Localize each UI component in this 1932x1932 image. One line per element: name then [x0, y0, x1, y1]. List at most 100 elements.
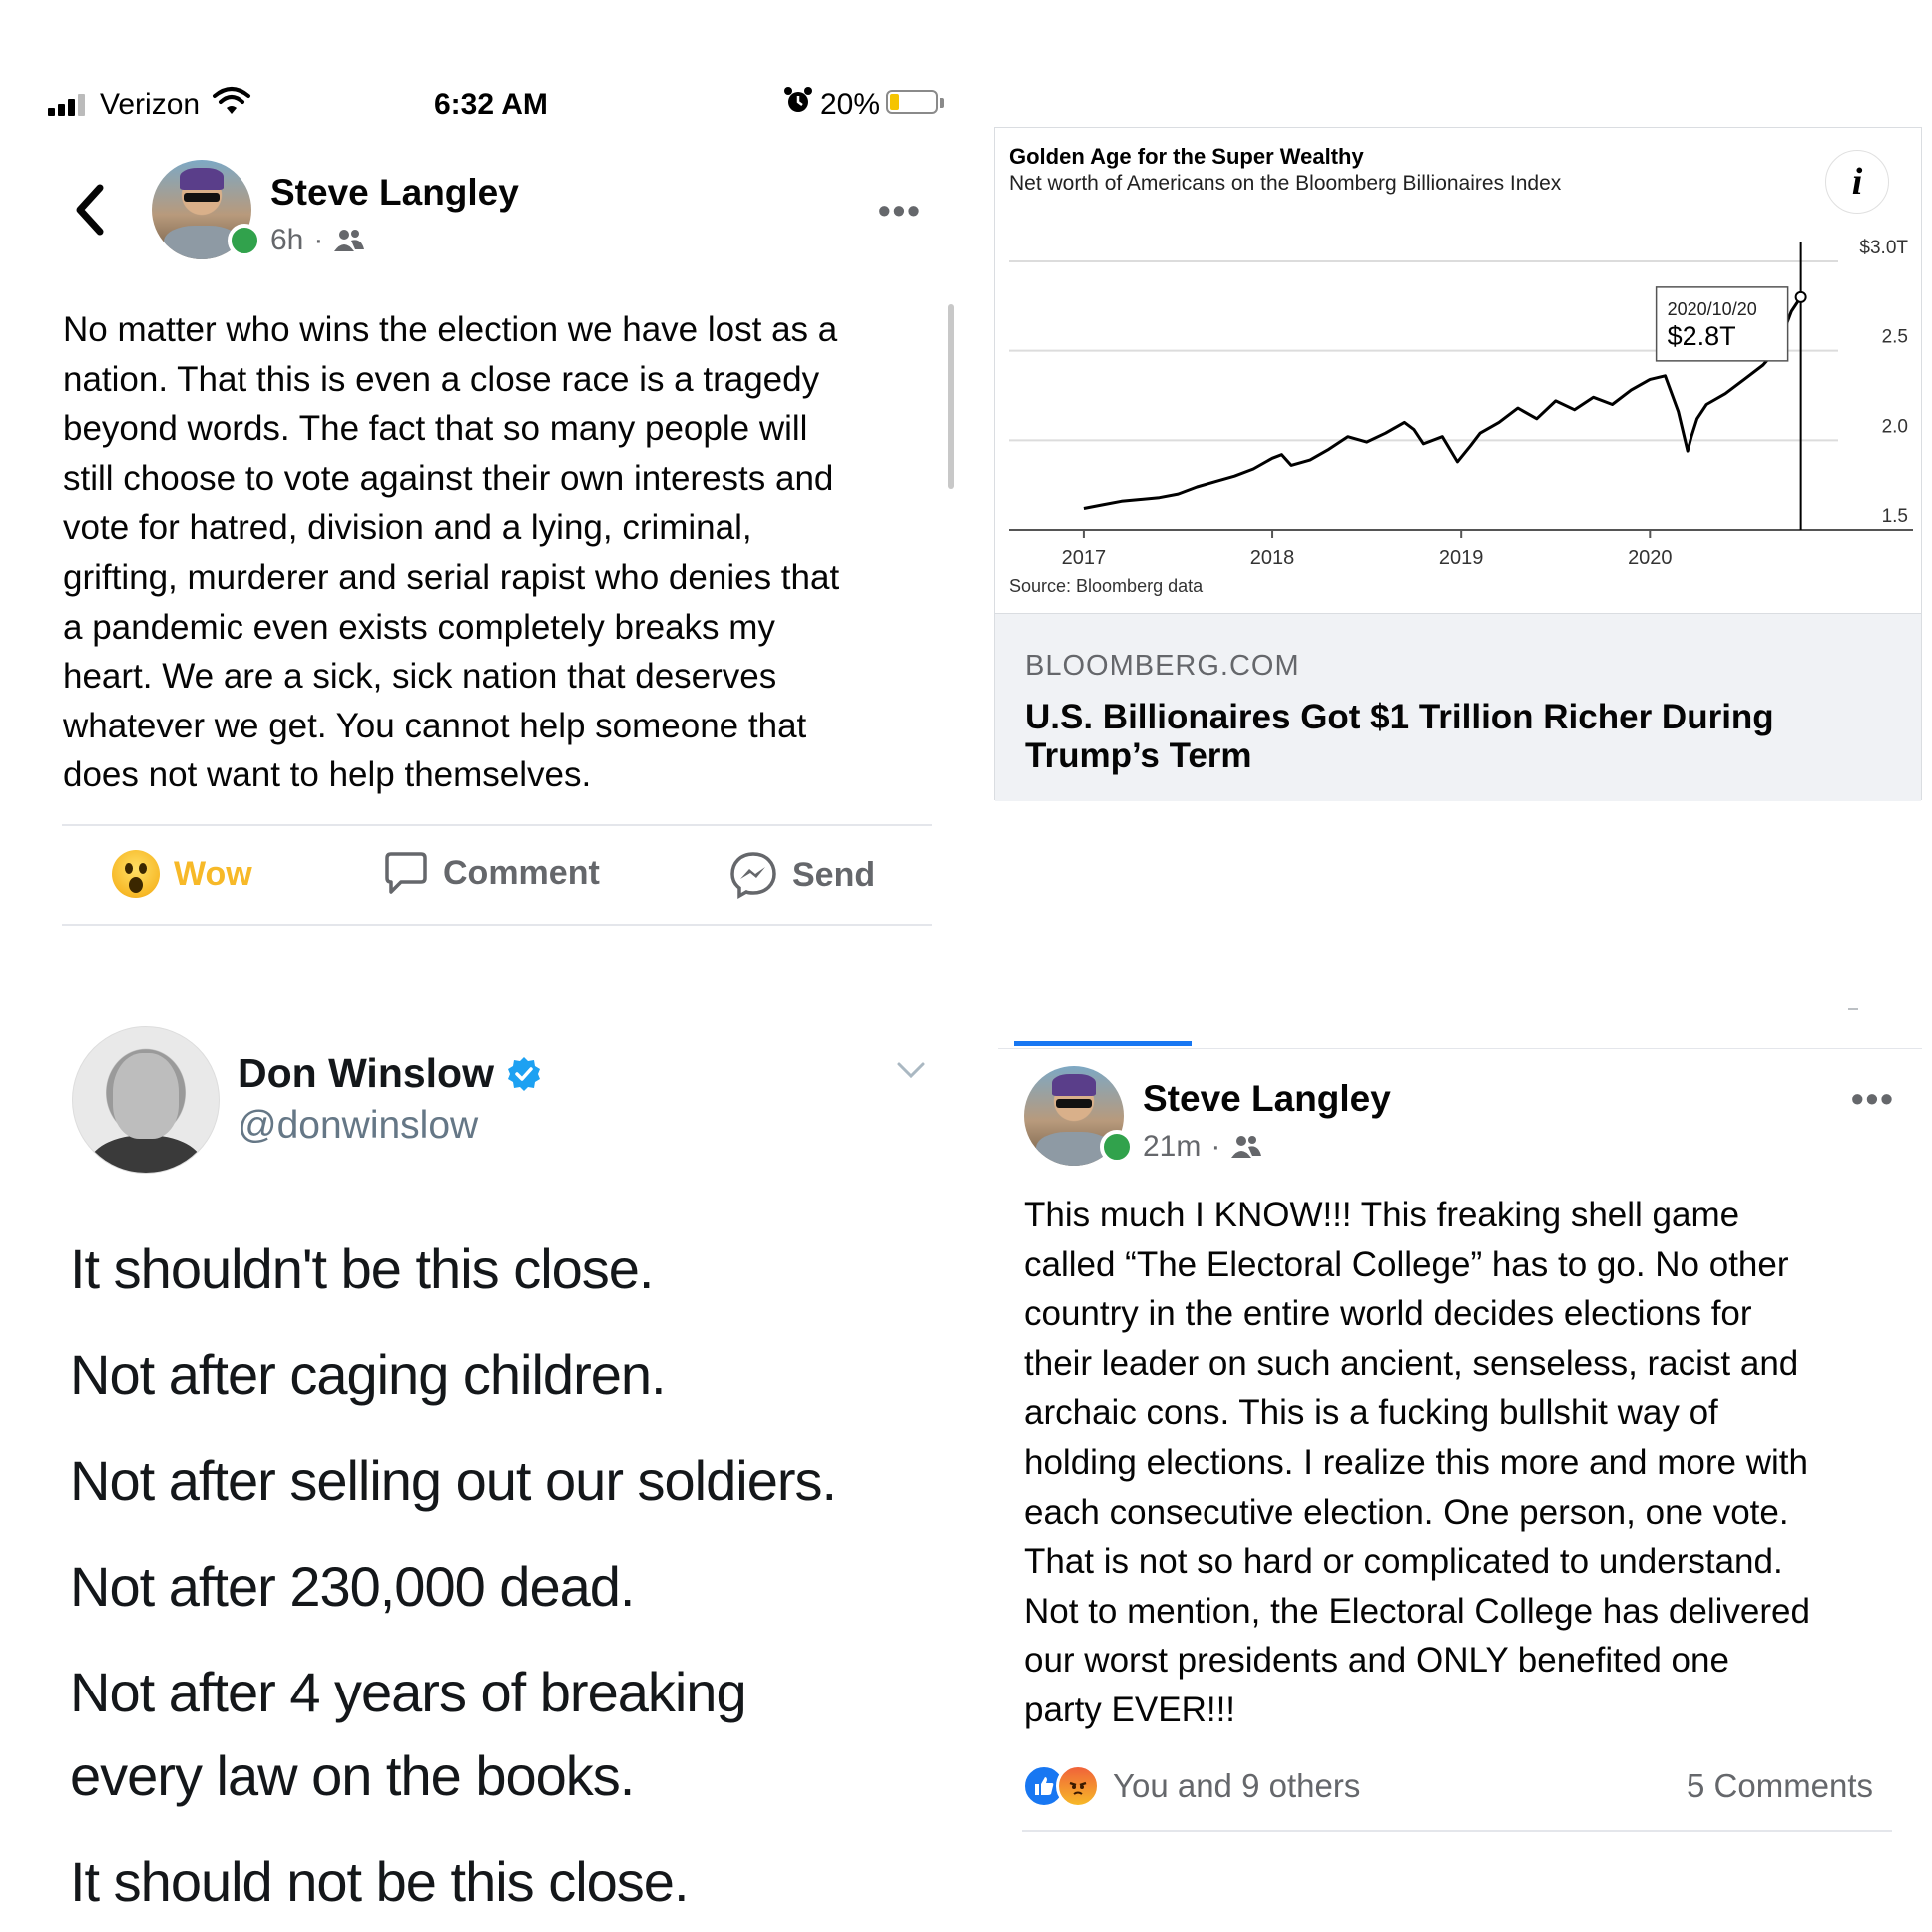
online-status-dot	[228, 224, 261, 257]
post-text-line: does not want to help themselves.	[63, 755, 592, 795]
friends-icon	[334, 230, 365, 251]
send-button[interactable]: Send	[728, 850, 875, 900]
alarm-icon	[784, 87, 812, 112]
y-tick-label: 1.5	[1882, 506, 1908, 527]
post-text-line: their leader on such ancient, senseless,…	[1024, 1343, 1799, 1383]
battery-level-fill	[890, 94, 899, 110]
post-time[interactable]: 6h	[270, 224, 303, 257]
wow-button[interactable]: Wow	[112, 850, 252, 898]
post-text: No matter who wins the election we have …	[63, 305, 951, 800]
signal-icon	[48, 94, 88, 116]
post-text-line: each consecutive election. One person, o…	[1024, 1492, 1789, 1532]
post-text-line: heart. We are a sick, sick nation that d…	[63, 657, 777, 697]
verified-badge-icon	[508, 1056, 540, 1091]
x-tick-label: 2020	[1628, 547, 1673, 569]
post-text: This much I KNOW!!! This freaking shell …	[1024, 1191, 1922, 1735]
divider	[1848, 1008, 1858, 1010]
tweet-line: every law on the books.	[70, 1744, 635, 1807]
post-text-line: whatever we get. You cannot help someone…	[63, 706, 807, 745]
more-options-icon[interactable]: •••	[878, 190, 922, 232]
comment-button[interactable]: Comment	[383, 850, 600, 896]
battery-cap	[940, 98, 944, 108]
card-footer: BLOOMBERG.COM U.S. Billionaires Got $1 T…	[995, 613, 1921, 801]
send-label: Send	[792, 855, 876, 894]
post-text-line: called “The Electoral College” has to go…	[1024, 1244, 1789, 1284]
tweet-line: Not after 230,000 dead.	[70, 1555, 635, 1618]
wifi-icon	[213, 87, 250, 114]
post-text-line: archaic cons. This is a fucking bullshit…	[1024, 1393, 1718, 1433]
post-text-line: nation. That this is even a close race i…	[63, 359, 820, 399]
more-options-icon[interactable]: •••	[1851, 1078, 1895, 1120]
author-avatar[interactable]	[1024, 1066, 1134, 1166]
post-text-line: vote for hatred, division and a lying, c…	[63, 508, 752, 548]
author-name[interactable]: Steve Langley	[270, 172, 519, 214]
post-text-line: beyond words. The fact that so many peop…	[63, 409, 808, 449]
y-tick-label: $3.0T	[1859, 238, 1908, 258]
tweet-line: It shouldn't be this close.	[70, 1237, 654, 1300]
post-text-line: a pandemic even exists completely breaks…	[63, 607, 775, 647]
angry-reaction-icon	[1056, 1764, 1100, 1808]
x-tick-label: 2019	[1439, 547, 1484, 569]
battery-percent: 20%	[820, 88, 881, 121]
comments-count[interactable]: 5 Comments	[1687, 1767, 1873, 1805]
chart-source: Source: Bloomberg data	[1009, 576, 1204, 596]
tweet-handle[interactable]: @donwinslow	[238, 1104, 478, 1148]
post-time[interactable]: 21m	[1143, 1130, 1201, 1164]
x-tick-label: 2017	[1062, 547, 1107, 569]
headline-line: Trump’s Term	[1025, 736, 1252, 775]
post-text-line: That is not so hard or complicated to un…	[1024, 1542, 1783, 1582]
post-meta: 6h ·	[270, 224, 365, 257]
scrollbar[interactable]	[948, 304, 954, 489]
link-domain: BLOOMBERG.COM	[1025, 650, 1300, 682]
link-headline: U.S. Billionaires Got $1 Trillion Richer…	[1025, 698, 1774, 775]
author-name[interactable]: Steve Langley	[1143, 1078, 1391, 1120]
tweet-author: Don Winslow	[238, 1050, 542, 1097]
tweet-line: Not after selling out our soldiers.	[70, 1449, 837, 1512]
divider	[998, 1048, 1922, 1049]
battery-icon	[886, 90, 938, 114]
link-preview-card[interactable]: Golden Age for the Super Wealthy Net wor…	[994, 127, 1922, 801]
post-meta: 21m ·	[1143, 1130, 1262, 1164]
divider	[1022, 1830, 1892, 1832]
y-tick-label: 2.0	[1882, 416, 1908, 437]
comment-label: Comment	[443, 853, 600, 892]
messenger-icon	[730, 852, 776, 900]
post-text-line: still choose to vote against their own i…	[63, 458, 834, 498]
tweet-line: It should not be this close.	[70, 1850, 689, 1913]
meta-separator: ·	[1210, 1130, 1221, 1163]
cursor-point	[1794, 290, 1807, 303]
comment-icon	[385, 852, 427, 894]
carrier-name: Verizon	[100, 88, 201, 121]
post-text-line: This much I KNOW!!! This freaking shell …	[1024, 1196, 1740, 1234]
meta-separator: ·	[313, 224, 324, 256]
tweet-line: Not after caging children.	[70, 1343, 667, 1406]
active-tab-indicator	[1014, 1041, 1192, 1046]
post-text-line: country in the entire world decides elec…	[1024, 1294, 1752, 1334]
author-avatar[interactable]	[152, 160, 261, 259]
post-text-line: holding elections. I realize this more a…	[1024, 1442, 1808, 1482]
friends-icon	[1231, 1136, 1262, 1158]
post-text-line: party EVER!!!	[1024, 1690, 1236, 1729]
wow-label: Wow	[174, 854, 252, 893]
reactions-summary[interactable]: You and 9 others	[1113, 1767, 1360, 1805]
y-tick-label: 2.5	[1882, 327, 1908, 348]
reaction-icons[interactable]	[1022, 1764, 1100, 1808]
post-text-line: our worst presidents and ONLY benefited …	[1024, 1641, 1729, 1681]
post-body: This much I KNOW!!! This freaking shell …	[1024, 1191, 1922, 1735]
tweet-line: Not after 4 years of breaking	[70, 1661, 747, 1723]
status-bar: Verizon 6:32 AM 20%	[0, 80, 948, 130]
chevron-down-icon[interactable]	[896, 1060, 926, 1080]
tweet-avatar[interactable]	[72, 1026, 220, 1174]
back-chevron-icon[interactable]	[70, 182, 110, 238]
post-text-line: No matter who wins the election we have …	[63, 310, 838, 349]
headline-line: U.S. Billionaires Got $1 Trillion Richer…	[1025, 698, 1774, 736]
divider	[62, 824, 932, 826]
post-text-line: Not to mention, the Electoral College ha…	[1024, 1591, 1810, 1631]
status-time: 6:32 AM	[434, 88, 548, 121]
divider	[62, 924, 932, 926]
post-body: No matter who wins the election we have …	[63, 305, 951, 800]
tweet-author-name[interactable]: Don Winslow	[238, 1050, 494, 1097]
online-status-dot	[1100, 1130, 1134, 1164]
x-tick-label: 2018	[1250, 547, 1295, 569]
tooltip-date: 2020/10/20	[1668, 299, 1757, 319]
